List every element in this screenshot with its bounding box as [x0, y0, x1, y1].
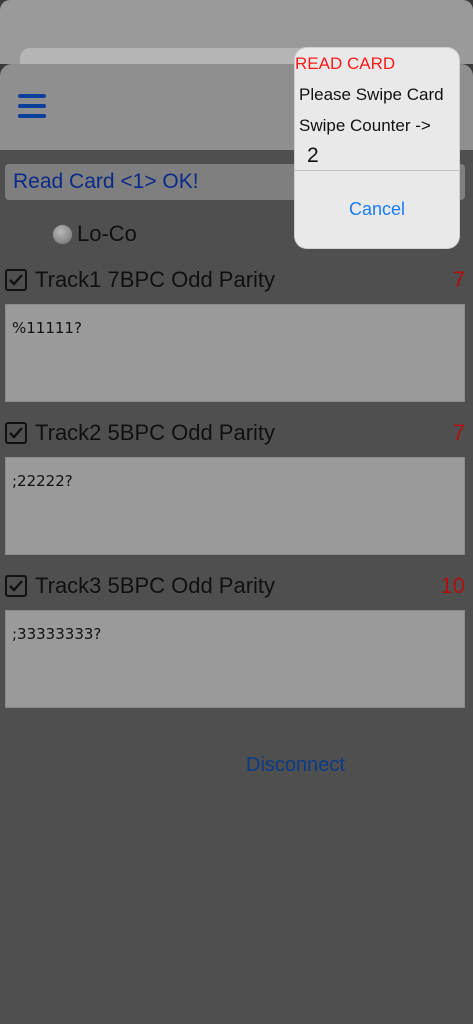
track3-header: Track3 5BPC Odd Parity 10: [5, 569, 465, 603]
track2-header: Track2 5BPC Odd Parity 7: [5, 416, 465, 450]
track2-title: Track2 5BPC Odd Parity: [35, 420, 276, 445]
hamburger-menu-icon[interactable]: [18, 94, 46, 118]
track1-header: Track1 7BPC Odd Parity 7: [5, 263, 465, 297]
checkmark-icon: [9, 580, 23, 592]
lo-co-label: Lo-Co: [77, 221, 137, 246]
track3-title: Track3 5BPC Odd Parity: [35, 573, 276, 598]
disconnect-button[interactable]: Disconnect: [246, 754, 345, 777]
track3-count: 10: [440, 573, 465, 598]
alert-title: READ CARD: [295, 54, 396, 73]
track3-data-field[interactable]: ;33333333?: [5, 610, 465, 708]
track2-data-field[interactable]: ;22222?: [5, 457, 465, 555]
read-card-alert: READ CARD Please Swipe Card Swipe Counte…: [295, 48, 459, 248]
track2-count: 7: [452, 420, 465, 445]
radio-button-icon[interactable]: [52, 223, 73, 245]
lo-co-option[interactable]: Lo-Co: [52, 219, 137, 249]
alert-message-line2: Swipe Counter ->: [299, 116, 431, 135]
track1-count: 7: [452, 267, 465, 292]
swipe-counter-input[interactable]: [299, 142, 455, 170]
track3-checkbox[interactable]: [5, 575, 27, 597]
track1-data-field[interactable]: %11111?: [5, 304, 465, 402]
checkmark-icon: [9, 274, 23, 286]
track1-checkbox[interactable]: [5, 269, 27, 291]
alert-message-line1: Please Swipe Card: [299, 85, 444, 104]
checkmark-icon: [9, 427, 23, 439]
track1-title: Track1 7BPC Odd Parity: [35, 267, 276, 292]
cancel-button[interactable]: Cancel: [295, 171, 459, 248]
track2-checkbox[interactable]: [5, 422, 27, 444]
screen: Read Card <1> OK! Lo-Co Track1 7BPC Odd …: [0, 0, 473, 1024]
